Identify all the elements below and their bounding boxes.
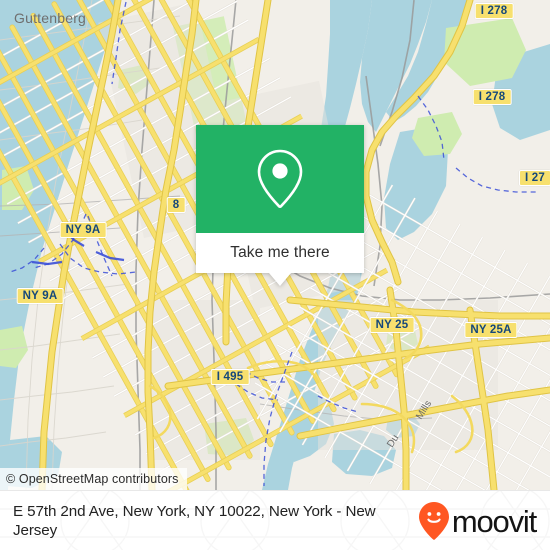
popup-tail (269, 273, 291, 286)
moovit-wordmark: moovit (451, 503, 537, 539)
location-popup-card[interactable]: Take me there (196, 125, 364, 286)
highway-shield: I 27 (519, 170, 550, 186)
highway-shield: 8 (166, 197, 186, 213)
osm-attribution[interactable]: © OpenStreetMap contributors (0, 468, 187, 490)
highway-shield: NY 25A (464, 322, 518, 338)
map-pin-icon (257, 149, 303, 208)
popup-header (196, 125, 364, 233)
highway-shield: NY 9A (16, 288, 64, 304)
moovit-map-screenshot: Mills Du Guttenberg I 278 I 278 I 27 NY 9A N… (0, 0, 550, 550)
highway-shield: I 278 (474, 3, 514, 19)
moovit-smiley-pin-icon (418, 502, 449, 540)
take-me-there-button[interactable]: Take me there (196, 233, 364, 273)
page-footer: E 57th 2nd Ave, New York, NY 10022, New … (0, 490, 550, 550)
highway-shield: I 495 (210, 369, 250, 385)
map-place-label: Guttenberg (14, 10, 87, 26)
moovit-logo[interactable]: moovit (418, 501, 537, 541)
highway-shield: I 278 (472, 89, 512, 105)
highway-shield: NY 9A (59, 222, 107, 238)
highway-shield: NY 25 (369, 317, 415, 333)
address-text: E 57th 2nd Ave, New York, NY 10022, New … (13, 503, 376, 539)
